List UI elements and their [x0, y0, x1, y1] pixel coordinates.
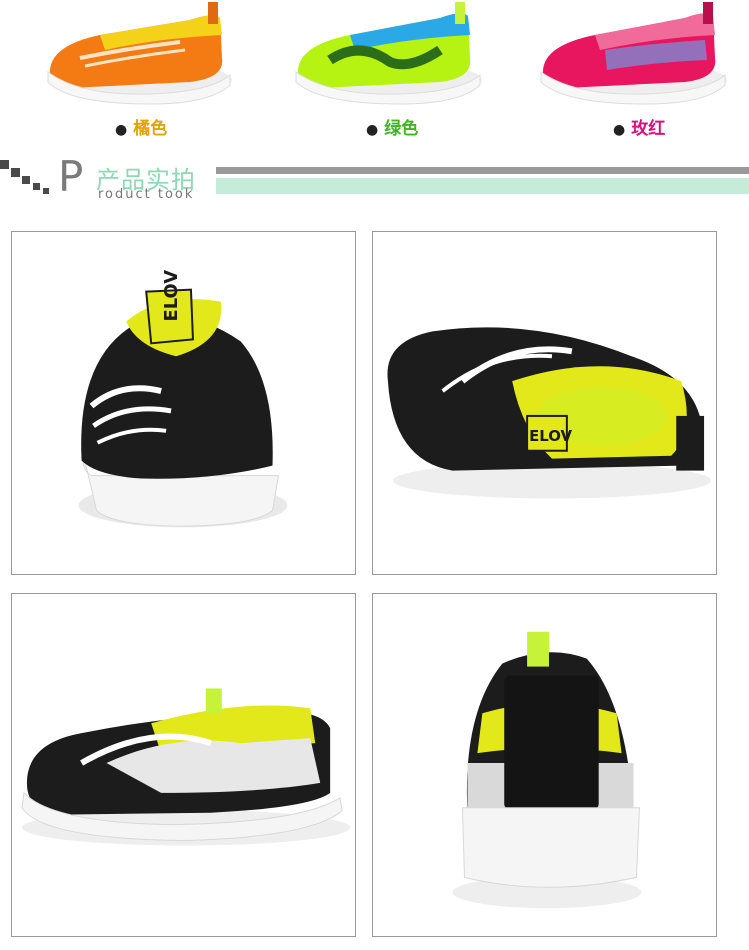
color-label-orange: ● 橘色 — [115, 119, 168, 139]
section-subtitle: roduct took — [98, 187, 195, 202]
rose-shoe-image — [540, 2, 727, 105]
bullet-icon: ● — [366, 122, 379, 138]
photo-front-view[interactable]: ELOV — [11, 231, 356, 575]
shoe-top-side-photo: ELOV — [387, 327, 712, 499]
shoe-side-photo — [21, 688, 351, 846]
photo-back-view[interactable] — [372, 593, 717, 937]
header-divider-gray — [216, 167, 749, 174]
photo-top-view[interactable]: ELOV — [372, 231, 717, 575]
header-divider-green — [216, 178, 749, 194]
photo-side-view[interactable] — [11, 593, 356, 937]
section-letter: P — [58, 152, 84, 201]
color-swatch-green[interactable] — [290, 0, 490, 108]
color-label-green: ● 绿色 — [366, 119, 419, 139]
bullet-icon: ● — [115, 122, 128, 138]
brand-tab-text: ELOV — [161, 270, 182, 322]
color-swatch-rose[interactable] — [535, 0, 735, 108]
brand-tab-text: ELOV — [529, 427, 572, 445]
color-swatch-orange[interactable] — [40, 0, 240, 108]
color-label-rose: ● 玫红 — [613, 119, 666, 139]
green-shoe-image — [295, 2, 482, 105]
shoe-front-photo: ELOV — [78, 270, 288, 528]
shoe-back-photo — [452, 631, 642, 909]
bullet-icon: ● — [613, 122, 626, 138]
orange-shoe-image — [47, 2, 232, 105]
